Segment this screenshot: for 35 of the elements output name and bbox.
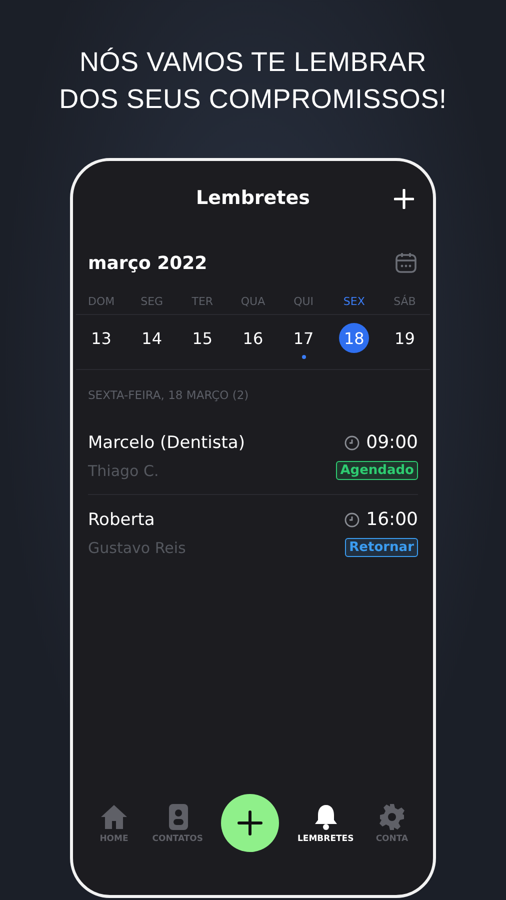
date-item[interactable]: 13 bbox=[86, 323, 116, 353]
add-icon bbox=[237, 810, 264, 836]
clock-icon bbox=[344, 434, 360, 450]
nav-tab[interactable]: LEMBRETES bbox=[297, 802, 354, 844]
date-item[interactable]: 16 bbox=[238, 323, 268, 353]
date-item[interactable]: 18 bbox=[339, 323, 370, 353]
contact-name: Gustavo Reis bbox=[88, 538, 186, 556]
month-label: março 2022 bbox=[88, 252, 208, 274]
weekday-label: QUA bbox=[240, 295, 266, 308]
headline: DOS SEUS COMPROMISSOS! bbox=[59, 83, 447, 116]
screen-title: Lembretes bbox=[196, 187, 310, 209]
date-item[interactable]: 19 bbox=[390, 323, 420, 353]
date-item[interactable]: 15 bbox=[187, 323, 218, 353]
calendar-icon[interactable] bbox=[394, 251, 418, 275]
weekday-label: QUI bbox=[292, 295, 315, 308]
status-tag: Retornar bbox=[345, 538, 418, 557]
date-item[interactable]: 14 bbox=[136, 323, 167, 353]
add-icon[interactable] bbox=[394, 189, 414, 209]
clock-icon bbox=[344, 512, 360, 528]
home-icon bbox=[99, 802, 129, 830]
weekday-label: TER bbox=[190, 295, 214, 308]
section-label: SEXTA-FEIRA, 18 MARÇO (2) bbox=[88, 388, 250, 402]
reminder-name[interactable]: Marcelo (Dentista) bbox=[88, 432, 245, 452]
headline: NÓS VAMOS TE LEMBRAR bbox=[79, 46, 427, 79]
reminder-name[interactable]: Roberta bbox=[88, 510, 155, 530]
weekday-label: SEG bbox=[140, 295, 164, 308]
contact-name: Thiago C. bbox=[88, 462, 159, 480]
reminder-time: 16:00 bbox=[366, 509, 418, 530]
weekday-label: SÁB bbox=[392, 295, 417, 308]
weekday-label: DOM bbox=[86, 295, 116, 308]
date-item[interactable]: 17 bbox=[288, 323, 319, 353]
weekday-label: SEX bbox=[342, 295, 366, 308]
status-tag: Agendado bbox=[336, 461, 418, 480]
settings-icon bbox=[378, 802, 406, 830]
reminder-time: 09:00 bbox=[366, 432, 418, 453]
